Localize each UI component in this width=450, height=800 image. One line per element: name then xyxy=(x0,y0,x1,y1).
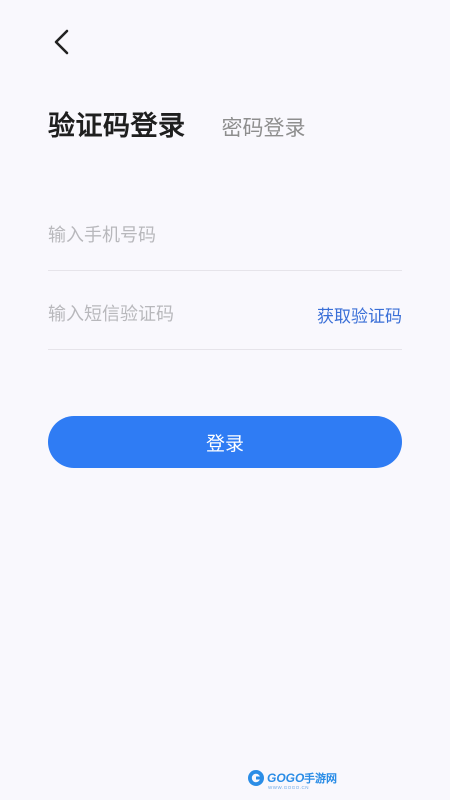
back-button[interactable] xyxy=(46,26,76,58)
login-button[interactable]: 登录 xyxy=(48,416,402,468)
phone-input[interactable] xyxy=(48,224,402,246)
svg-text:GOGO: GOGO xyxy=(267,771,305,785)
sms-code-input[interactable] xyxy=(48,303,317,325)
sms-code-field: 获取验证码 xyxy=(48,279,402,350)
svg-text:手游网: 手游网 xyxy=(304,771,337,785)
svg-text:WWW.GOGO.CN: WWW.GOGO.CN xyxy=(268,785,309,790)
login-tabs: 验证码登录 密码登录 xyxy=(48,104,306,143)
chevron-left-icon xyxy=(54,29,69,55)
phone-field xyxy=(48,200,402,271)
tab-sms-code-login[interactable]: 验证码登录 xyxy=(48,104,186,143)
gogo-watermark-logo: GOGO 手游网 WWW.GOGO.CN xyxy=(248,770,337,790)
get-code-button[interactable]: 获取验证码 xyxy=(317,302,402,327)
tab-password-login[interactable]: 密码登录 xyxy=(222,112,306,142)
